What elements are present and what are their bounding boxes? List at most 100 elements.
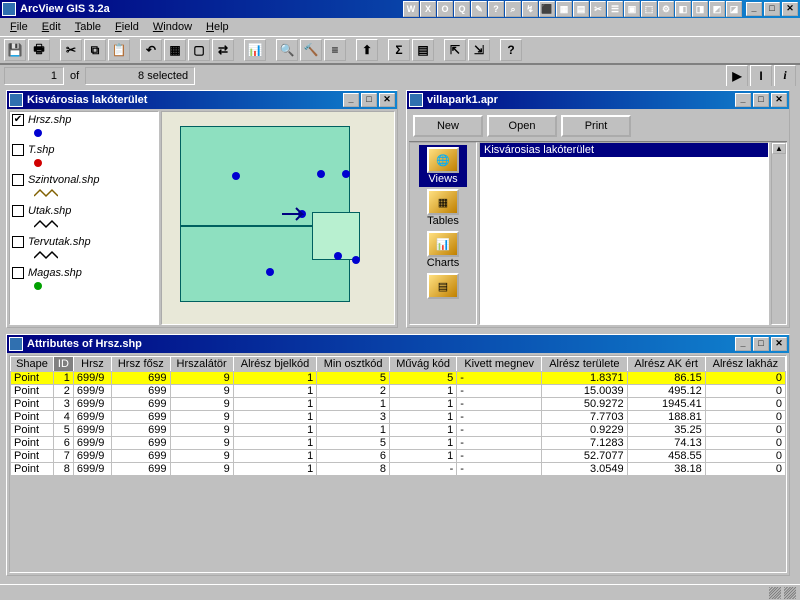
promote-button[interactable]: ⬆ <box>356 39 378 61</box>
layer-item[interactable]: T.shp <box>12 144 156 156</box>
layer-checkbox[interactable]: ✔ <box>12 114 24 126</box>
table-cell[interactable]: 9 <box>170 411 233 424</box>
table-row[interactable]: Point8699/9699918--3.054938.180 <box>11 463 786 476</box>
statistics-button[interactable]: ▤ <box>412 39 434 61</box>
save-button[interactable]: 💾 <box>4 39 26 61</box>
view-minimize[interactable]: _ <box>343 93 359 107</box>
table-cell[interactable]: 1 <box>389 411 456 424</box>
column-header[interactable]: Művág kód <box>389 357 456 372</box>
table-cell[interactable]: 1 <box>389 450 456 463</box>
close-button[interactable]: ✕ <box>782 2 798 16</box>
table-cell[interactable]: 699/9 <box>73 398 111 411</box>
table-cell[interactable]: 0 <box>705 463 785 476</box>
table-cell[interactable]: 1 <box>389 437 456 450</box>
layer-item[interactable]: Szintvonal.shp <box>12 174 156 186</box>
project-minimize[interactable]: _ <box>735 93 751 107</box>
table-cell[interactable]: 5 <box>317 372 390 385</box>
table-cell[interactable]: 9 <box>170 463 233 476</box>
table-cell[interactable]: 458.55 <box>627 450 705 463</box>
copy-button[interactable]: ⧉ <box>84 39 106 61</box>
table-cell[interactable]: 699/9 <box>73 450 111 463</box>
category-layouts[interactable]: ▤ <box>419 271 467 301</box>
tray-icon[interactable]: ⬛ <box>539 1 555 17</box>
table-cell[interactable]: 699/9 <box>73 463 111 476</box>
table-cell[interactable]: 9 <box>170 424 233 437</box>
table-scroll[interactable]: ShapeIDHrszHrsz főszHrszalátörAlrész bje… <box>9 355 787 573</box>
table-cell[interactable]: 188.81 <box>627 411 705 424</box>
table-cell[interactable]: 3 <box>317 411 390 424</box>
column-header[interactable]: Alrész lakház <box>705 357 785 372</box>
sort-desc-button[interactable]: ⇲ <box>468 39 490 61</box>
table-cell[interactable]: 3.0549 <box>542 463 628 476</box>
tray-icon[interactable]: ◪ <box>726 1 742 17</box>
tray-icon[interactable]: ? <box>488 1 504 17</box>
table-cell[interactable]: 6 <box>317 450 390 463</box>
project-maximize[interactable]: □ <box>753 93 769 107</box>
table-cell[interactable]: 9 <box>170 385 233 398</box>
table-minimize[interactable]: _ <box>735 337 751 351</box>
tray-icon[interactable]: ◨ <box>692 1 708 17</box>
table-cell[interactable]: 699/9 <box>73 372 111 385</box>
menu-field[interactable]: Field <box>109 20 145 34</box>
tray-icon[interactable]: ✂ <box>590 1 606 17</box>
table-cell[interactable]: 0 <box>705 424 785 437</box>
tray-icon[interactable]: ⚙ <box>658 1 674 17</box>
table-cell[interactable]: 7.1283 <box>542 437 628 450</box>
layer-checkbox[interactable] <box>12 174 24 186</box>
tray-icon[interactable]: O <box>437 1 453 17</box>
table-cell[interactable]: 699 <box>112 424 170 437</box>
table-cell[interactable]: 7.7703 <box>542 411 628 424</box>
table-cell[interactable]: 6 <box>53 437 73 450</box>
table-cell[interactable]: - <box>457 372 542 385</box>
table-cell[interactable]: Point <box>11 411 54 424</box>
query-button[interactable]: 🔨 <box>300 39 322 61</box>
table-cell[interactable]: 1 <box>317 398 390 411</box>
table-cell[interactable]: 699 <box>112 463 170 476</box>
table-cell[interactable]: 74.13 <box>627 437 705 450</box>
project-item-list[interactable]: Kisvárosias lakóterület <box>479 142 769 325</box>
table-cell[interactable]: 699/9 <box>73 411 111 424</box>
table-cell[interactable]: 1 <box>233 385 317 398</box>
menu-window[interactable]: Window <box>147 20 198 34</box>
table-cell[interactable]: Point <box>11 463 54 476</box>
tray-icon[interactable]: ▤ <box>573 1 589 17</box>
feature-point[interactable] <box>266 268 274 276</box>
table-close[interactable]: ✕ <box>771 337 787 351</box>
table-cell[interactable]: 0 <box>705 437 785 450</box>
table-cell[interactable]: 699/9 <box>73 437 111 450</box>
column-header[interactable]: Alrész AK ért <box>627 357 705 372</box>
print-button[interactable]: 🖶 <box>28 39 50 61</box>
tray-icon[interactable]: ✎ <box>471 1 487 17</box>
table-cell[interactable]: Point <box>11 450 54 463</box>
table-row[interactable]: Point2699/96999121-15.0039495.120 <box>11 385 786 398</box>
table-cell[interactable]: 699 <box>112 398 170 411</box>
table-cell[interactable]: Point <box>11 398 54 411</box>
table-titlebar[interactable]: Attributes of Hrsz.shp _ □ ✕ <box>7 335 789 353</box>
table-cell[interactable]: 1 <box>53 372 73 385</box>
chart-button[interactable]: 📊 <box>244 39 266 61</box>
table-cell[interactable]: Point <box>11 437 54 450</box>
feature-point[interactable] <box>232 172 240 180</box>
find-button[interactable]: 🔍 <box>276 39 298 61</box>
table-cell[interactable]: - <box>457 398 542 411</box>
table-cell[interactable]: 7 <box>53 450 73 463</box>
sum-button[interactable]: Σ <box>388 39 410 61</box>
select-all-button[interactable]: ▦ <box>164 39 186 61</box>
table-cell[interactable]: 8 <box>53 463 73 476</box>
table-cell[interactable]: 1 <box>233 424 317 437</box>
table-cell[interactable]: 35.25 <box>627 424 705 437</box>
table-cell[interactable]: 0.9229 <box>542 424 628 437</box>
feature-point[interactable] <box>334 252 342 260</box>
table-cell[interactable]: 1 <box>233 437 317 450</box>
project-close[interactable]: ✕ <box>771 93 787 107</box>
tray-icon[interactable]: X <box>420 1 436 17</box>
table-cell[interactable]: - <box>457 450 542 463</box>
table-cell[interactable]: Point <box>11 385 54 398</box>
cut-button[interactable]: ✂ <box>60 39 82 61</box>
table-cell[interactable]: 5 <box>53 424 73 437</box>
tray-icon[interactable]: ☰ <box>607 1 623 17</box>
table-cell[interactable]: 9 <box>170 437 233 450</box>
tray-icon[interactable]: ⬚ <box>641 1 657 17</box>
layer-item[interactable]: ✔Hrsz.shp <box>12 114 156 126</box>
table-row[interactable]: Point5699/96999111-0.922935.250 <box>11 424 786 437</box>
